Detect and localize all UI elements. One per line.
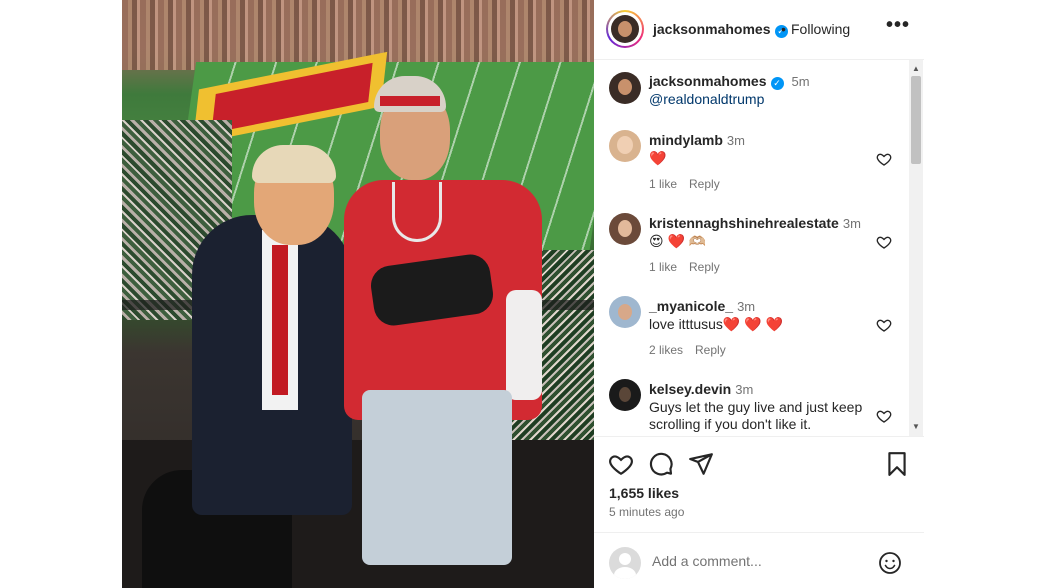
- comment-icon[interactable]: [648, 451, 674, 477]
- following-button[interactable]: Following: [791, 21, 850, 37]
- comment-username[interactable]: jacksonmahomes ✓ 5m: [649, 73, 810, 90]
- avatar[interactable]: [609, 296, 641, 328]
- post-actions: 1,655 likes 5 minutes ago: [594, 436, 924, 519]
- avatar[interactable]: [609, 379, 641, 411]
- comment-username[interactable]: kelsey.devin 3m: [649, 381, 753, 397]
- comment-meta: 1 like Reply: [649, 177, 732, 191]
- more-options-icon[interactable]: •••: [886, 14, 910, 37]
- separator-dot: •: [781, 21, 786, 37]
- reply-button[interactable]: Reply: [695, 343, 726, 357]
- comment-username[interactable]: kristennaghshinehrealestate 3m: [649, 215, 861, 231]
- heart-icon[interactable]: [876, 408, 892, 424]
- add-comment-bar: [594, 532, 924, 588]
- like-count[interactable]: 1 like: [649, 177, 677, 191]
- comment-meta: 1 like Reply: [649, 260, 732, 274]
- like-count[interactable]: 1 like: [649, 260, 677, 274]
- share-icon[interactable]: [688, 451, 714, 477]
- comment-text: ❤️: [649, 150, 667, 166]
- comment-username[interactable]: _myanicole_ 3m: [649, 298, 755, 314]
- comment-time: 5m: [791, 74, 810, 89]
- cap-band: [380, 96, 440, 106]
- post-panel: jacksonmahomes ✓ • Following ••• jacksonm…: [594, 0, 924, 588]
- verified-badge-icon: ✓: [770, 77, 784, 90]
- comment-time: 3m: [735, 382, 754, 397]
- comment-text: love itttusus❤️ ❤️ ❤️: [649, 316, 783, 332]
- chain-necklace: [392, 182, 442, 242]
- comment-username[interactable]: mindylamb 3m: [649, 132, 745, 148]
- person-hair: [252, 145, 336, 183]
- scroll-up-icon[interactable]: ▲: [912, 64, 920, 73]
- person-tie: [272, 245, 288, 395]
- comment-time: 3m: [842, 216, 861, 231]
- comment-text: 😍 ❤️ 🫶🏼: [649, 233, 707, 249]
- profile-avatar[interactable]: [606, 10, 644, 48]
- heart-icon[interactable]: [608, 451, 634, 477]
- mention-link[interactable]: @realdonaldtrump: [649, 91, 869, 108]
- comment-input[interactable]: [652, 553, 852, 569]
- heart-icon[interactable]: [876, 317, 892, 333]
- avatar[interactable]: [609, 213, 641, 245]
- avatar: [609, 547, 641, 579]
- comment-time: 3m: [737, 299, 756, 314]
- emoji-icon[interactable]: [878, 551, 902, 575]
- post-header: jacksonmahomes ✓ • Following •••: [594, 0, 924, 60]
- avatar[interactable]: [609, 130, 641, 162]
- heart-icon[interactable]: [876, 234, 892, 250]
- like-count[interactable]: 2 likes: [649, 343, 683, 357]
- scroll-down-icon[interactable]: ▼: [912, 422, 920, 431]
- post-time: 5 minutes ago: [609, 505, 685, 519]
- comments-scrollbar[interactable]: ▲ ▼: [909, 60, 923, 436]
- comment-time: 3m: [726, 133, 745, 148]
- white-sleeve: [506, 290, 542, 400]
- avatar[interactable]: [609, 72, 641, 104]
- comment-text: Guys let the guy live and just keep scro…: [649, 399, 863, 432]
- like-count[interactable]: 1,655 likes: [609, 485, 679, 501]
- post-photo[interactable]: [122, 0, 594, 588]
- reply-button[interactable]: Reply: [689, 260, 720, 274]
- scrollbar-thumb[interactable]: [911, 76, 921, 164]
- comments-list[interactable]: jacksonmahomes ✓ 5m @realdonaldtrump mindy…: [594, 60, 924, 436]
- reply-button[interactable]: Reply: [689, 177, 720, 191]
- heart-icon[interactable]: [876, 151, 892, 167]
- header-username[interactable]: jacksonmahomes ✓: [653, 21, 788, 38]
- person-jeans: [362, 390, 512, 565]
- bookmark-icon[interactable]: [884, 451, 910, 477]
- comment-meta: 2 likes Reply: [649, 343, 738, 357]
